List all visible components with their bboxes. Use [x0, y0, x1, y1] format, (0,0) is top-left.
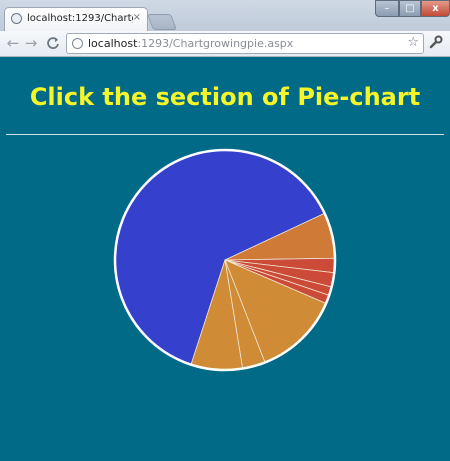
- tab-title: localhost:1293/Chartgrowin: [27, 13, 133, 24]
- browser-tab[interactable]: localhost:1293/Chartgrowin ×: [4, 7, 148, 31]
- page-icon: [72, 38, 83, 49]
- browser-toolbar: ← → localhost:1293/Chartgrowingpie.aspx …: [0, 31, 450, 57]
- window-maximize-button[interactable]: □: [399, 0, 421, 17]
- url-path: :1293/Chartgrowingpie.aspx: [137, 37, 294, 50]
- window-close-button[interactable]: x: [421, 0, 450, 17]
- bookmark-star-icon[interactable]: ☆: [407, 35, 419, 50]
- window-minimize-button[interactable]: –: [375, 0, 399, 17]
- tab-close-icon[interactable]: ×: [133, 12, 141, 23]
- browser-titlebar: localhost:1293/Chartgrowin × – □ x: [0, 0, 450, 31]
- globe-icon: [11, 13, 22, 24]
- url-host: localhost: [88, 37, 138, 50]
- pie-chart[interactable]: [112, 147, 338, 373]
- address-bar[interactable]: localhost:1293/Chartgrowingpie.aspx ☆: [66, 33, 424, 54]
- new-tab-button[interactable]: [147, 14, 177, 30]
- pie-chart-svg[interactable]: [112, 147, 338, 373]
- wrench-menu-icon[interactable]: [429, 35, 443, 53]
- url-text[interactable]: localhost:1293/Chartgrowingpie.aspx: [88, 37, 293, 50]
- forward-arrow-icon[interactable]: →: [22, 34, 40, 52]
- back-arrow-icon[interactable]: ←: [4, 34, 22, 52]
- page-content: Click the section of Pie-chart: [0, 57, 450, 461]
- page-heading: Click the section of Pie-chart: [29, 83, 421, 111]
- horizontal-divider: [6, 134, 444, 135]
- reload-icon[interactable]: [44, 34, 62, 52]
